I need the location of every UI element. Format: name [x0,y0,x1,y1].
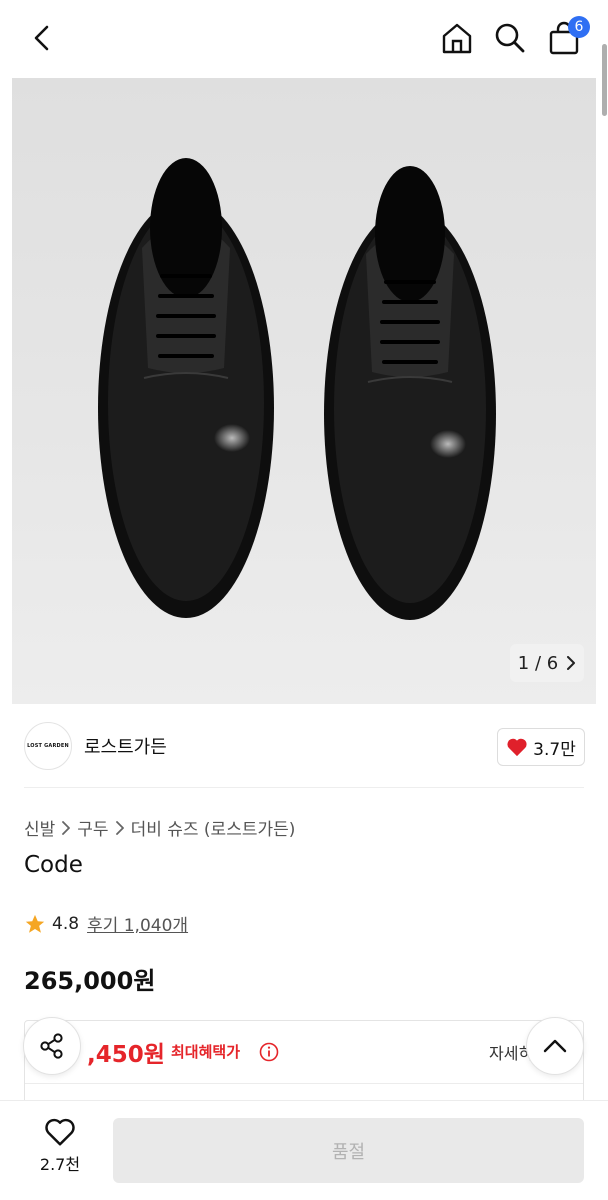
max-benefit-box[interactable]: ,450원 최대혜택가 자세히 [24,1020,584,1110]
section-divider [24,787,584,788]
rating-row: 4.8 후기 1,040개 [24,911,188,936]
cart-button[interactable]: 6 [544,16,590,58]
top-nav: 6 [0,0,608,78]
brand-logo-text: LOST GARDEN [27,743,69,749]
chevron-left-icon [34,25,49,51]
brand-logo[interactable]: LOST GARDEN [24,722,72,770]
home-icon [442,23,472,54]
share-icon [40,1033,63,1059]
page-scrollbar[interactable] [602,44,607,116]
wishlist-count: 2.7천 [39,1155,81,1174]
breadcrumb: 신발 구두 더비 슈즈 (로스트가든) [24,815,295,840]
share-button[interactable] [23,1017,81,1075]
right-shoe [324,166,496,620]
search-button[interactable] [490,18,530,58]
breadcrumb-item[interactable]: 더비 슈즈 (로스트가든) [131,815,296,840]
product-image-gallery[interactable]: 1 / 6 [12,78,596,704]
product-price: 265,000원 [24,967,156,995]
breadcrumb-item[interactable]: 신발 [24,815,55,840]
heart-filled-icon [507,738,527,757]
back-button[interactable] [22,18,62,58]
heart-outline-icon [45,1118,75,1146]
brand-like-button[interactable]: 3.7만 [497,728,585,766]
chevron-right-icon [567,656,576,670]
max-benefit-price: ,450원 [87,1042,165,1068]
cart-count-badge: 6 [568,16,590,38]
wishlist-button[interactable]: 2.7천 [24,1117,96,1187]
product-photo [98,158,496,620]
star-icon [25,914,45,933]
breadcrumb-item[interactable]: 구두 [77,815,108,840]
benefit-divider [25,1083,583,1084]
brand-like-count: 3.7만 [533,739,576,760]
sold-out-button[interactable]: 품절 [113,1118,584,1183]
brand-row: LOST GARDEN 로스트가든 3.7만 [0,704,608,788]
product-title: Code [24,852,83,878]
home-button[interactable] [437,18,477,58]
image-counter[interactable]: 1 / 6 [510,644,584,682]
scroll-top-button[interactable] [526,1017,584,1075]
rating-value: 4.8 [52,913,80,934]
brand-name[interactable]: 로스트가든 [84,733,167,759]
search-icon [495,23,525,53]
chevron-up-icon [543,1039,567,1053]
left-shoe [98,158,274,618]
review-count-link[interactable]: 후기 1,040개 [87,911,188,936]
chevron-right-icon [62,820,71,835]
info-icon[interactable] [259,1042,279,1062]
max-benefit-label: 최대혜택가 [171,1043,241,1061]
image-counter-text: 1 / 6 [517,652,559,674]
bottom-action-bar: 2.7천 품절 [0,1100,608,1200]
chevron-right-icon [115,820,124,835]
